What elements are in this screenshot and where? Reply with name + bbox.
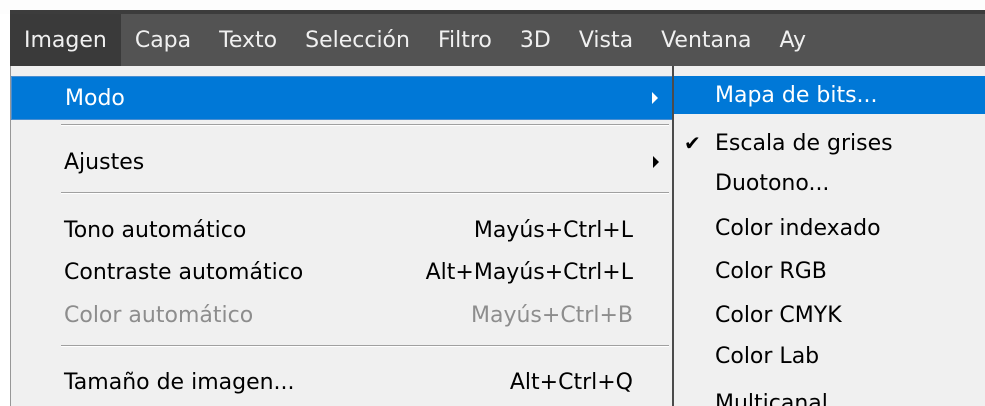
submenu-item-color-indexado[interactable]: Color indexado xyxy=(674,209,985,247)
menu-item-label: Ajustes xyxy=(64,149,145,175)
imagen-dropdown: Modo Ajustes Tono automático Mayús+Ctrl+… xyxy=(10,66,674,406)
menu-item-label: Modo xyxy=(65,85,125,111)
menu-separator xyxy=(61,345,669,347)
menu-item-shortcut: Alt+Mayús+Ctrl+L xyxy=(425,259,633,285)
submenu-item-color-rgb[interactable]: Color RGB xyxy=(674,252,985,290)
submenu-item-escala-de-grises[interactable]: ✔ Escala de grises xyxy=(674,124,985,162)
menu-filtro[interactable]: Filtro xyxy=(424,14,506,66)
submenu-item-duotono[interactable]: Duotono... xyxy=(674,164,985,202)
menu-3d[interactable]: 3D xyxy=(506,14,565,66)
menu-seleccion[interactable]: Selección xyxy=(291,14,424,66)
menu-item-tamano-imagen[interactable]: Tamaño de imagen... Alt+Ctrl+Q xyxy=(11,360,673,404)
menu-capa[interactable]: Capa xyxy=(121,14,205,66)
checkmark-icon: ✔ xyxy=(684,131,701,155)
submenu-item-mapa-de-bits[interactable]: Mapa de bits... xyxy=(674,76,985,114)
submenu-item-color-lab[interactable]: Color Lab xyxy=(674,337,985,375)
photoshop-window: Imagen Capa Texto Selección Filtro 3D Vi… xyxy=(0,0,985,406)
menu-item-label: Tono automático xyxy=(64,217,247,243)
menu-item-label: Color automático xyxy=(64,302,254,328)
menu-separator xyxy=(61,124,669,126)
menu-item-contraste-automatico[interactable]: Contraste automático Alt+Mayús+Ctrl+L xyxy=(11,250,673,294)
menu-imagen[interactable]: Imagen xyxy=(10,14,121,66)
submenu-item-label: Escala de grises xyxy=(715,130,893,156)
menu-separator xyxy=(61,192,669,194)
modo-submenu: Mapa de bits... ✔ Escala de grises Duoto… xyxy=(672,66,985,406)
menu-bar: Imagen Capa Texto Selección Filtro 3D Vi… xyxy=(10,14,985,66)
menu-item-tono-automatico[interactable]: Tono automático Mayús+Ctrl+L xyxy=(11,208,673,252)
menu-item-color-automatico: Color automático Mayús+Ctrl+B xyxy=(11,293,673,337)
menu-item-label: Tamaño de imagen... xyxy=(64,369,295,395)
menu-item-shortcut: Mayús+Ctrl+B xyxy=(471,302,633,328)
menu-vista[interactable]: Vista xyxy=(565,14,647,66)
submenu-item-multicanal[interactable]: Multicanal xyxy=(674,384,985,406)
menu-item-ajustes[interactable]: Ajustes xyxy=(11,140,673,184)
menu-texto[interactable]: Texto xyxy=(205,14,291,66)
menu-item-shortcut: Mayús+Ctrl+L xyxy=(473,217,633,243)
menu-ayuda[interactable]: Ay xyxy=(765,14,820,66)
submenu-item-color-cmyk[interactable]: Color CMYK xyxy=(674,296,985,334)
menu-item-modo[interactable]: Modo xyxy=(11,76,673,120)
menu-item-shortcut: Alt+Ctrl+Q xyxy=(509,369,633,395)
submenu-arrow-icon xyxy=(653,156,659,168)
menu-item-label: Contraste automático xyxy=(64,259,304,285)
submenu-arrow-icon xyxy=(652,92,658,104)
menu-ventana[interactable]: Ventana xyxy=(647,14,765,66)
